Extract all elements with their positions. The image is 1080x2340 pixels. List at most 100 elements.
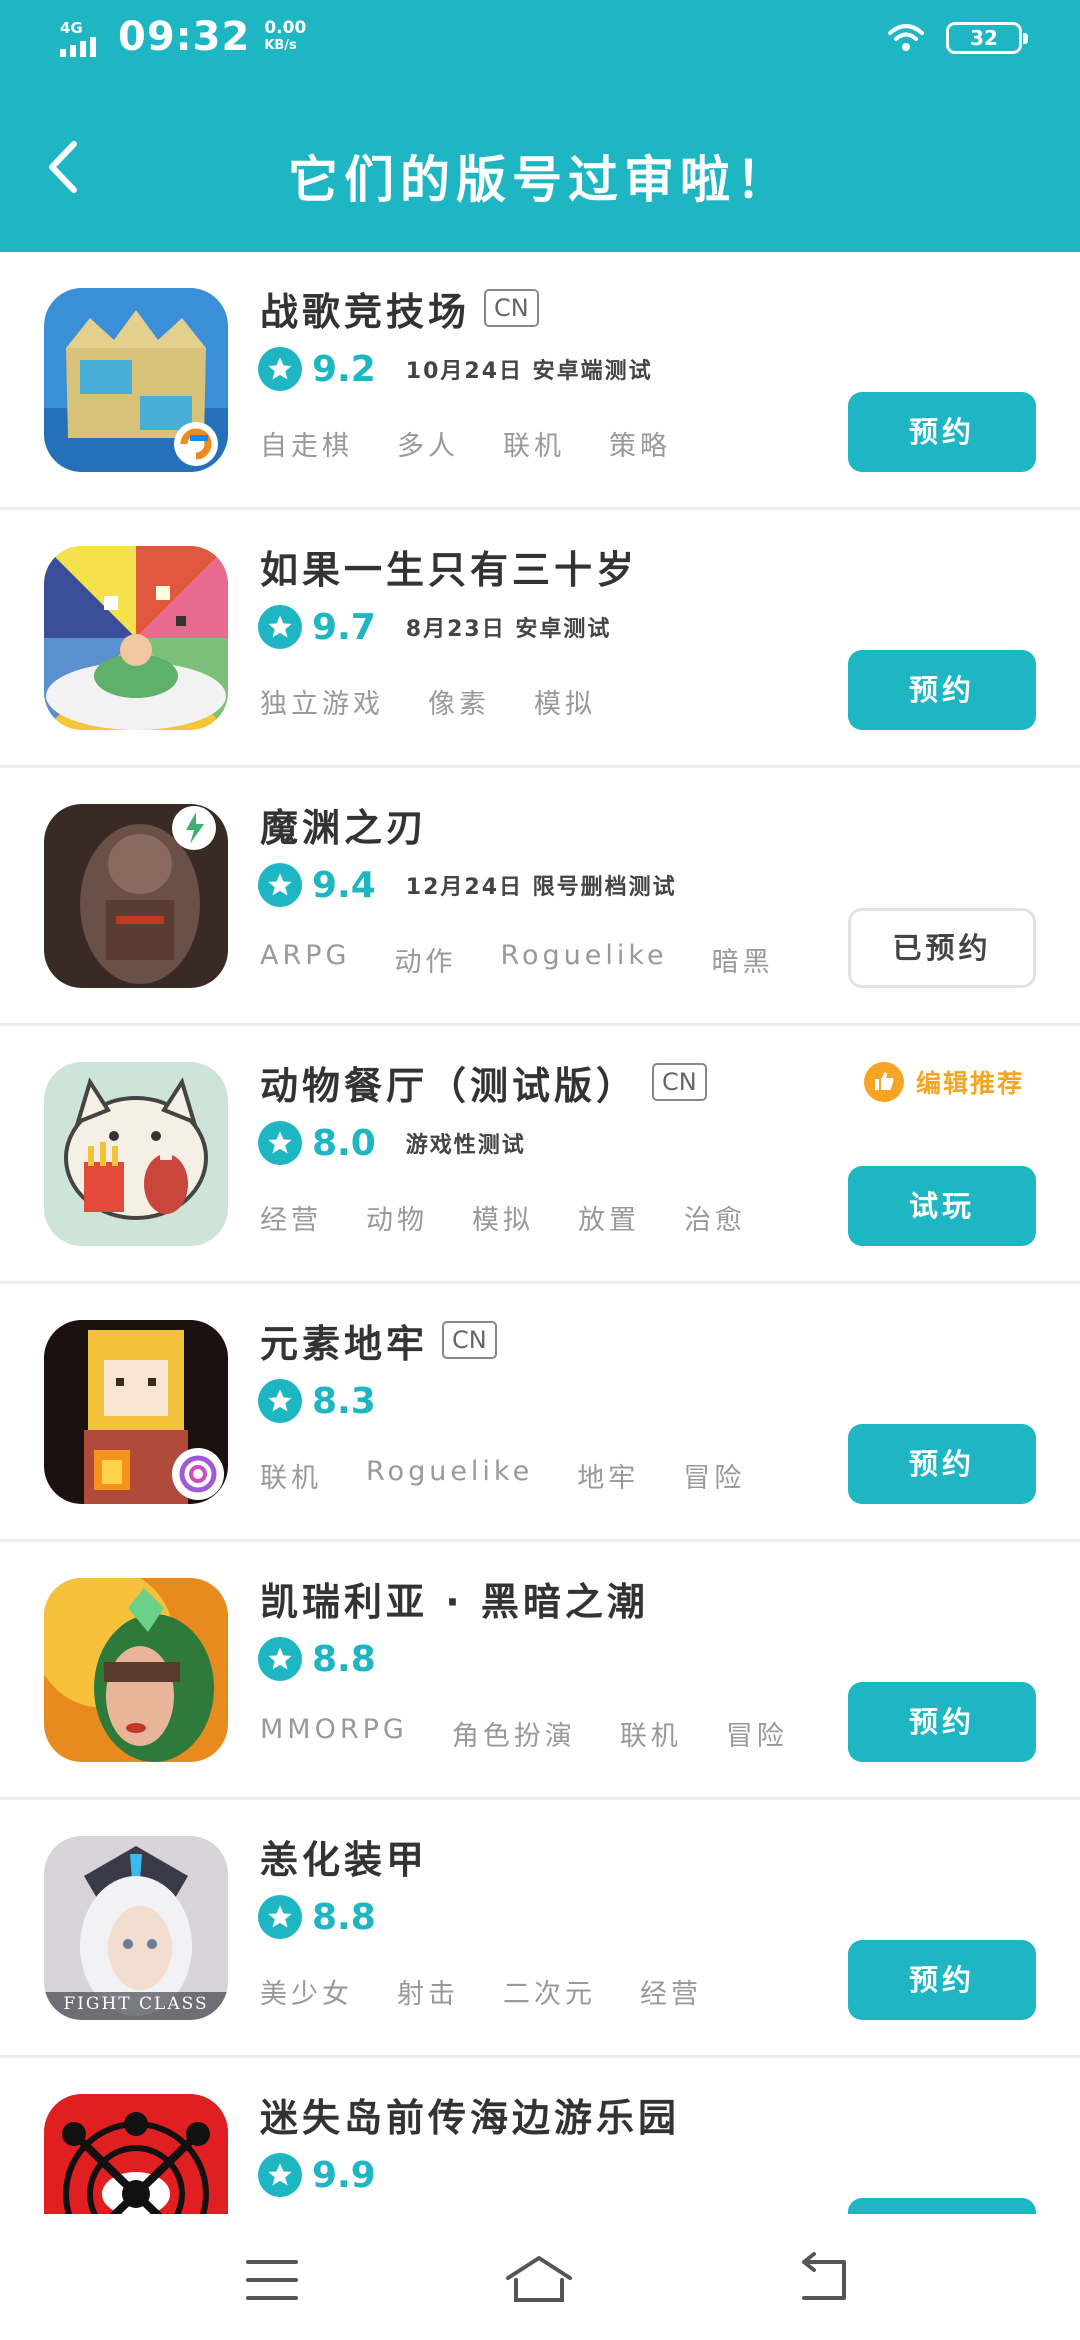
reserve-button[interactable]: 预约 bbox=[848, 1424, 1036, 1504]
test-date: 8月23日 安卓测试 bbox=[405, 617, 612, 642]
game-score: 8.3 bbox=[312, 1380, 376, 1422]
game-score: 9.9 bbox=[312, 2154, 376, 2196]
game-name[interactable]: 元素地牢 bbox=[260, 1313, 428, 1368]
tag[interactable]: 像素 bbox=[428, 682, 490, 721]
network-speed: 0.00 KB/s bbox=[264, 19, 306, 55]
list-item[interactable]: 元素地牢 CN 8.3 联机 Roguelike 地牢 冒险 预约 bbox=[0, 1284, 1080, 1542]
tag-list: MMORPG 角色扮演 联机 冒险 bbox=[260, 1714, 832, 1753]
game-icon: FIGHT CLASS bbox=[44, 1836, 228, 2020]
list-item[interactable]: 凯瑞利亚 · 黑暗之潮 8.8 MMORPG 角色扮演 联机 冒险 预约 bbox=[0, 1542, 1080, 1800]
tag[interactable]: 动物 bbox=[366, 1198, 428, 1237]
tag[interactable]: 治愈 bbox=[684, 1198, 746, 1237]
star-icon bbox=[258, 1895, 302, 1939]
game-name[interactable]: 如果一生只有三十岁 bbox=[260, 539, 638, 594]
game-name[interactable]: 迷失岛前传海边游乐园 bbox=[260, 2087, 680, 2142]
list-item[interactable]: 动物餐厅（测试版） CN 编辑推荐 8.0 游戏性测试 经营 动物 模拟 放置 … bbox=[0, 1026, 1080, 1284]
tag[interactable]: 模拟 bbox=[472, 1198, 534, 1237]
tag[interactable]: 联机 bbox=[503, 424, 565, 463]
game-icon bbox=[44, 2094, 228, 2214]
tag[interactable]: 独立游戏 bbox=[260, 682, 384, 721]
game-name[interactable]: 战歌竞技场 bbox=[260, 281, 470, 336]
game-icon bbox=[44, 1062, 228, 1246]
tag[interactable]: 联机 bbox=[620, 1714, 682, 1753]
tag[interactable]: 二次元 bbox=[503, 1972, 596, 2011]
try-play-button[interactable]: 试玩 bbox=[848, 1166, 1036, 1246]
game-icon bbox=[44, 804, 228, 988]
speed-unit: KB/s bbox=[264, 38, 297, 53]
cn-badge: CN bbox=[484, 289, 539, 327]
game-name[interactable]: 凯瑞利亚 · 黑暗之潮 bbox=[260, 1571, 649, 1626]
tag[interactable]: 地牢 bbox=[577, 1456, 639, 1495]
tag[interactable]: 美少女 bbox=[260, 1972, 353, 2011]
tag[interactable]: 自走棋 bbox=[260, 424, 353, 463]
reserve-button[interactable]: 预约 bbox=[848, 650, 1036, 730]
game-score: 9.4 bbox=[312, 864, 376, 906]
test-date: 游戏性测试 bbox=[405, 1133, 526, 1158]
reserve-button[interactable]: 预约 bbox=[848, 1682, 1036, 1762]
page-title: 它们的版号过审啦！ bbox=[288, 151, 792, 209]
game-icon bbox=[44, 546, 228, 730]
tag[interactable]: 动作 bbox=[394, 940, 456, 979]
cn-badge: CN bbox=[442, 1321, 497, 1359]
app-bar: 它们的版号过审啦！ bbox=[0, 80, 1080, 252]
tag[interactable]: Roguelike bbox=[500, 940, 667, 979]
list-item[interactable]: 如果一生只有三十岁 9.7 8月23日 安卓测试 独立游戏 像素 模拟 预约 bbox=[0, 510, 1080, 768]
tag[interactable]: 经营 bbox=[260, 1198, 322, 1237]
tag[interactable]: 多人 bbox=[397, 424, 459, 463]
menu-icon[interactable] bbox=[244, 2252, 314, 2308]
tag-list: ARPG 动作 Roguelike 暗黑 bbox=[260, 940, 818, 979]
tag[interactable]: 角色扮演 bbox=[452, 1714, 576, 1753]
network-type: 4G bbox=[60, 19, 83, 37]
game-list[interactable]: 战歌竞技场 CN 9.2 10月24日 安卓端测试 自走棋 多人 联机 策略 预… bbox=[0, 252, 1080, 2214]
game-name[interactable]: 恙化装甲 bbox=[260, 1829, 428, 1884]
tag[interactable]: 射击 bbox=[397, 1972, 459, 2011]
star-icon bbox=[258, 605, 302, 649]
game-score: 9.2 bbox=[312, 348, 376, 390]
wifi-icon bbox=[888, 24, 924, 51]
list-item[interactable]: 战歌竞技场 CN 9.2 10月24日 安卓端测试 自走棋 多人 联机 策略 预… bbox=[0, 252, 1080, 510]
editor-pick-label: 编辑推荐 bbox=[916, 1069, 1025, 1098]
reserve-button[interactable] bbox=[848, 2198, 1036, 2214]
status-bar: 4G 09:32 0.00 KB/s 32 bbox=[0, 0, 1080, 80]
tag[interactable]: 经营 bbox=[640, 1972, 702, 2011]
cn-badge: CN bbox=[652, 1063, 707, 1101]
speed-value: 0.00 bbox=[264, 18, 307, 38]
list-item[interactable]: 迷失岛前传海边游乐园 9.9 bbox=[0, 2058, 1080, 2214]
reserved-button[interactable]: 已预约 bbox=[848, 908, 1036, 988]
tag[interactable]: 放置 bbox=[578, 1198, 640, 1237]
tag[interactable]: 模拟 bbox=[534, 682, 596, 721]
star-icon bbox=[258, 1637, 302, 1681]
tag[interactable]: 联机 bbox=[260, 1456, 322, 1495]
tag-list: 经营 动物 模拟 放置 治愈 bbox=[260, 1198, 790, 1237]
star-icon bbox=[258, 1379, 302, 1423]
tag-list: 联机 Roguelike 地牢 冒险 bbox=[260, 1456, 789, 1495]
game-score: 8.8 bbox=[312, 1896, 376, 1938]
star-icon bbox=[258, 1121, 302, 1165]
game-icon bbox=[44, 1578, 228, 1762]
battery-level: 32 bbox=[970, 26, 998, 50]
icon-logo-text: FIGHT CLASS bbox=[63, 1994, 209, 2014]
list-item[interactable]: FIGHT CLASS 恙化装甲 8.8 美少女 射击 二次元 经营 预约 bbox=[0, 1800, 1080, 2058]
reserve-button[interactable]: 预约 bbox=[848, 392, 1036, 472]
home-icon[interactable] bbox=[504, 2252, 574, 2308]
thumbs-up-icon bbox=[864, 1062, 904, 1102]
return-icon[interactable] bbox=[794, 2252, 864, 2308]
game-name[interactable]: 动物餐厅（测试版） bbox=[260, 1055, 638, 1110]
tag[interactable]: MMORPG bbox=[260, 1714, 408, 1753]
tag[interactable]: Roguelike bbox=[366, 1456, 533, 1495]
list-item[interactable]: 魔渊之刃 9.4 12月24日 限号删档测试 ARPG 动作 Roguelike… bbox=[0, 768, 1080, 1026]
tag[interactable]: 暗黑 bbox=[712, 940, 774, 979]
cellular-signal-icon: 4G bbox=[58, 15, 106, 59]
test-date: 12月24日 限号删档测试 bbox=[405, 875, 677, 900]
star-icon bbox=[258, 2153, 302, 2197]
tag[interactable]: 冒险 bbox=[726, 1714, 788, 1753]
tag-list: 独立游戏 像素 模拟 bbox=[260, 682, 640, 721]
reserve-button[interactable]: 预约 bbox=[848, 1940, 1036, 2020]
tag[interactable]: 冒险 bbox=[683, 1456, 745, 1495]
game-name[interactable]: 魔渊之刃 bbox=[260, 797, 428, 852]
tag-list: 美少女 射击 二次元 经营 bbox=[260, 1972, 746, 2011]
tag[interactable]: 策略 bbox=[609, 424, 671, 463]
game-icon bbox=[44, 288, 228, 472]
tag[interactable]: ARPG bbox=[260, 940, 350, 979]
test-date: 10月24日 安卓端测试 bbox=[405, 359, 653, 384]
